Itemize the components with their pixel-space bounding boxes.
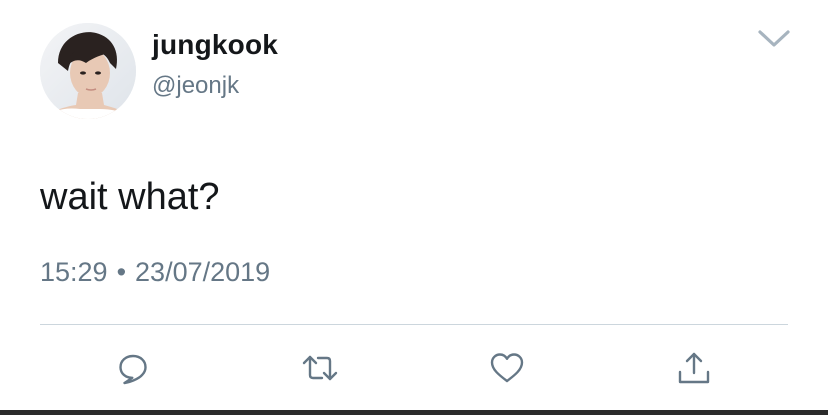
speech-bubble-icon [119,354,147,385]
tweet-menu-button[interactable] [754,24,794,54]
tweet-date: 23/07/2019 [135,257,271,287]
tweet-timestamp[interactable]: 15:29 • 23/07/2019 [40,255,270,289]
heart-icon [490,353,524,383]
tweet-time: 15:29 [40,257,108,287]
retweet-button[interactable] [300,348,340,388]
tweet-text: wait what? [40,176,220,218]
tweet-card: jungkook @jeonjk wait what? 15:29 • 23/07/… [0,0,828,415]
reply-button[interactable] [113,348,153,388]
share-upload-icon [678,352,710,384]
author-display-name[interactable]: jungkook [152,28,278,62]
share-button[interactable] [674,348,714,388]
like-button[interactable] [487,348,527,388]
retweet-icon [302,355,338,381]
chevron-down-icon [758,30,790,47]
author-handle[interactable]: @jeonjk [152,71,239,101]
action-bar [0,348,828,388]
avatar[interactable] [40,23,136,119]
divider [40,324,788,325]
bottom-border [0,410,828,415]
avatar-image [40,23,136,119]
timestamp-separator: • [116,257,127,287]
